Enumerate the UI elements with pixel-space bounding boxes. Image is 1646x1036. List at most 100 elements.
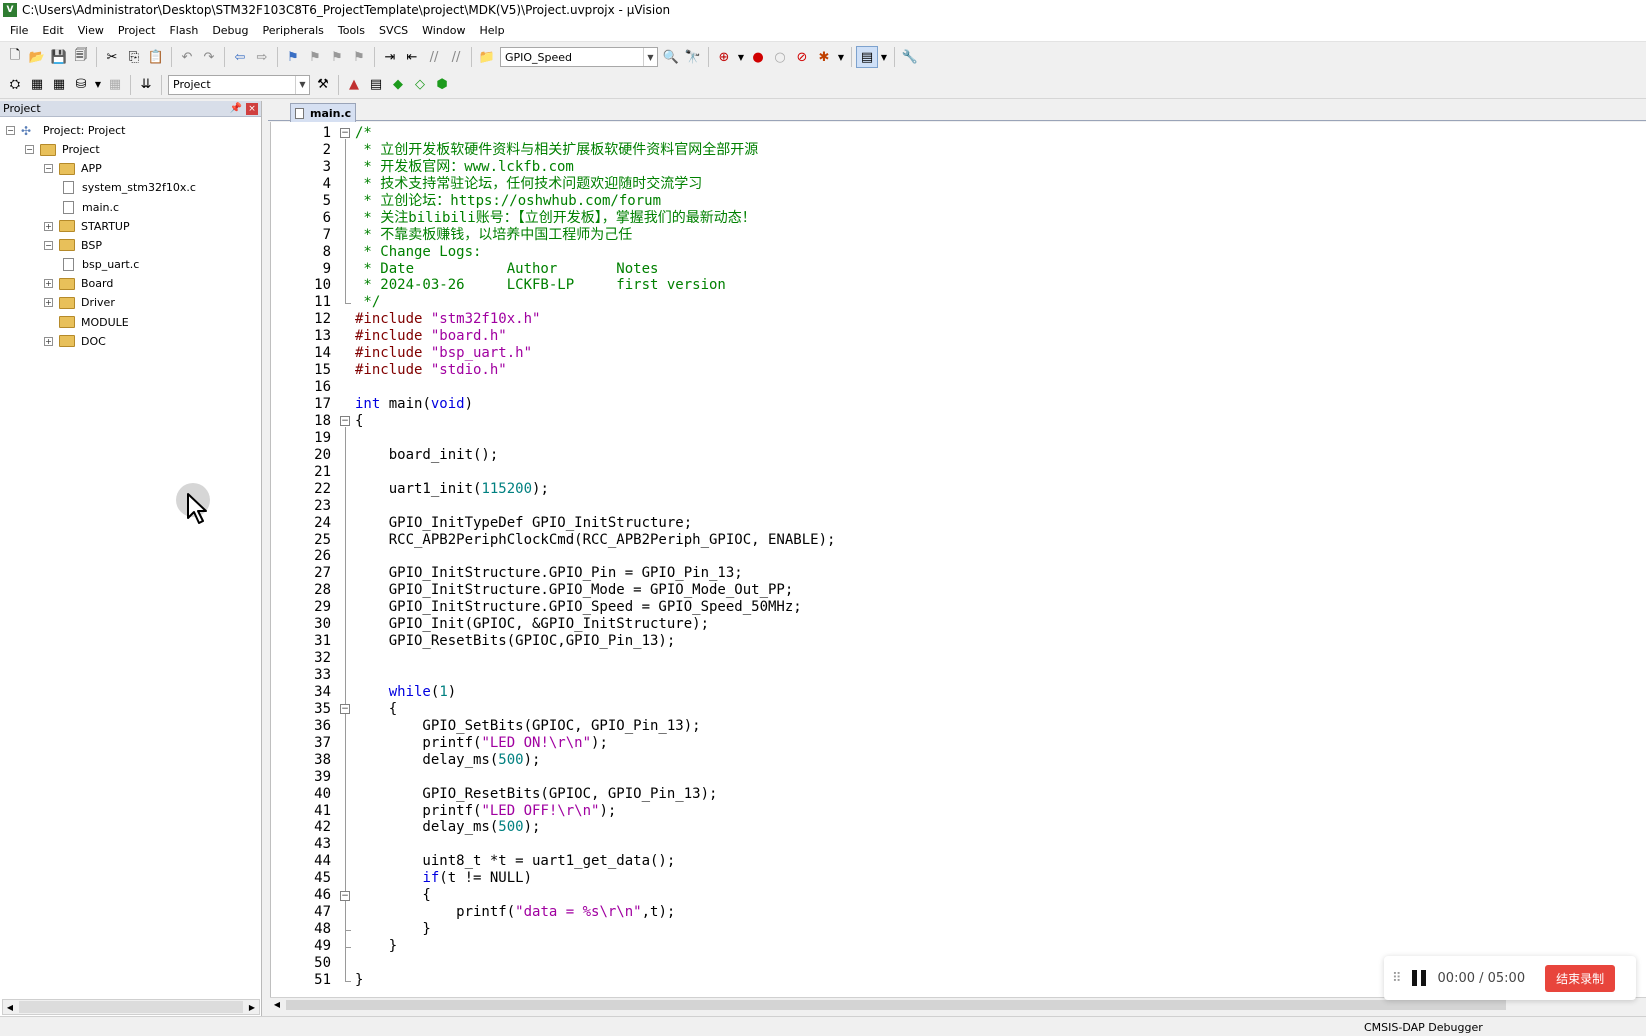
paste-icon[interactable]: 📋 <box>145 46 167 68</box>
code-line[interactable]: uart1_init(115200); <box>355 481 835 498</box>
code-line[interactable] <box>355 769 835 786</box>
find-icon[interactable]: 🔍 <box>660 46 682 68</box>
translate-icon[interactable]: ⛭ <box>4 74 26 96</box>
code-line[interactable]: printf("data = %s\r\n",t); <box>355 904 835 921</box>
bookmark-icon[interactable]: ⚑ <box>282 46 304 68</box>
unindent-icon[interactable]: ⇤ <box>401 46 423 68</box>
manage-components-icon[interactable]: ▲ <box>343 74 365 96</box>
scroll-left-icon[interactable]: ◀ <box>270 1000 284 1009</box>
code-line[interactable]: * 技术支持常驻论坛，任何技术问题欢迎随时交流学习 <box>355 176 835 193</box>
code-line[interactable]: delay_ms(500); <box>355 819 835 836</box>
code-line[interactable]: * Date Author Notes <box>355 261 835 278</box>
menu-tools[interactable]: Tools <box>331 20 372 42</box>
menu-view[interactable]: View <box>71 20 111 42</box>
clear-bookmarks-icon[interactable]: ⚑ <box>348 46 370 68</box>
code-line[interactable]: { <box>355 413 835 430</box>
code-line[interactable]: if(t != NULL) <box>355 870 835 887</box>
code-line[interactable]: while(1) <box>355 684 835 701</box>
tree-item-bsp[interactable]: − BSP <box>44 236 102 255</box>
fold-toggle-icon[interactable]: − <box>340 890 350 901</box>
configure-icon[interactable]: 🔧 <box>899 46 921 68</box>
menu-window[interactable]: Window <box>415 20 472 42</box>
tree-item-project[interactable]: − Project <box>25 140 100 159</box>
kill-breakpoints-icon[interactable]: ⊘ <box>791 46 813 68</box>
code-editor[interactable]: 1 2 3 4 5 6 7 8 9 10 11 12 13 14 15 16 17 18 19 20 21 22 23 24 2… <box>270 122 1646 997</box>
code-line[interactable]: #include "stdio.h" <box>355 362 835 379</box>
code-line[interactable]: * 关注bilibili账号：【立创开发板】，掌握我们的最新动态！ <box>355 210 835 227</box>
drag-handle-icon[interactable]: ⠿ <box>1392 971 1402 986</box>
window-layout-icon[interactable]: ▤ <box>856 46 878 68</box>
chevron-down-icon[interactable]: ▼ <box>878 46 890 68</box>
code-line[interactable] <box>355 464 835 481</box>
fold-toggle-icon[interactable]: − <box>340 704 350 715</box>
stop-recording-button[interactable]: 结束录制 <box>1545 964 1616 992</box>
code-line[interactable] <box>355 955 835 972</box>
navigate-back-icon[interactable]: ⇦ <box>229 46 251 68</box>
code-line[interactable] <box>355 498 835 515</box>
save-all-icon[interactable]: 🗐 <box>70 46 92 68</box>
code-line[interactable]: GPIO_InitStructure.GPIO_Speed = GPIO_Spe… <box>355 599 835 616</box>
run-time-environment-icon[interactable]: ⬢ <box>431 74 453 96</box>
tree-item-app[interactable]: − APP <box>44 159 102 178</box>
prev-bookmark-icon[interactable]: ⚑ <box>304 46 326 68</box>
tree-item-doc[interactable]: + DOC <box>44 332 106 351</box>
scrollbar-thumb[interactable] <box>286 999 1506 1010</box>
breakpoint-icon[interactable]: ● <box>747 46 769 68</box>
stop-build-icon[interactable]: ▦ <box>104 74 126 96</box>
code-line[interactable]: GPIO_InitTypeDef GPIO_InitStructure; <box>355 515 835 532</box>
code-line[interactable]: GPIO_SetBits(GPIOC, GPIO_Pin_13); <box>355 718 835 735</box>
code-line[interactable] <box>355 379 835 396</box>
code-line[interactable] <box>355 548 835 565</box>
expand-icon[interactable]: + <box>44 336 53 346</box>
menu-flash[interactable]: Flash <box>162 20 205 42</box>
collapse-icon[interactable]: − <box>44 164 53 174</box>
tree-item-module[interactable]: MODULE <box>44 313 129 332</box>
code-line[interactable]: * 2024-03-26 LCKFB-LP first version <box>355 277 835 294</box>
scroll-right-icon[interactable]: ▶ <box>245 1000 259 1014</box>
tree-item-driver[interactable]: + Driver <box>44 293 115 312</box>
file-extensions-icon[interactable]: ▤ <box>365 74 387 96</box>
code-line[interactable]: #include "bsp_uart.h" <box>355 345 835 362</box>
close-icon[interactable]: × <box>246 102 258 115</box>
chevron-down-icon[interactable]: ▼ <box>735 46 747 68</box>
tree-item-system-stm32f10x-c[interactable]: system_stm32f10x.c <box>63 178 196 197</box>
fold-toggle-icon[interactable]: − <box>340 128 350 138</box>
menu-debug[interactable]: Debug <box>205 20 255 42</box>
next-bookmark-icon[interactable]: ⚑ <box>326 46 348 68</box>
scroll-left-icon[interactable]: ◀ <box>3 1000 17 1014</box>
code-line[interactable]: * 立创开发板软硬件资料与相关扩展板软硬件资料官网全部开源 <box>355 142 835 159</box>
code-line[interactable] <box>355 650 835 667</box>
code-line[interactable]: GPIO_ResetBits(GPIOC, GPIO_Pin_13); <box>355 786 835 803</box>
code-line[interactable] <box>355 430 835 447</box>
code-line[interactable]: #include "board.h" <box>355 328 835 345</box>
code-line[interactable]: * Change Logs: <box>355 244 835 261</box>
code-line[interactable]: * 不靠卖板赚钱，以培养中国工程师为己任 <box>355 227 835 244</box>
tree-item-startup[interactable]: + STARTUP <box>44 217 130 236</box>
code-line[interactable]: GPIO_InitStructure.GPIO_Pin = GPIO_Pin_1… <box>355 565 835 582</box>
pack-installer-icon[interactable]: ◆ <box>387 74 409 96</box>
cut-icon[interactable]: ✂ <box>101 46 123 68</box>
menu-peripherals[interactable]: Peripherals <box>256 20 331 42</box>
code-line[interactable]: } <box>355 938 835 955</box>
code-line[interactable]: board_init(); <box>355 447 835 464</box>
target-options-icon[interactable]: ⚒ <box>312 74 334 96</box>
collapse-icon[interactable]: − <box>44 240 53 250</box>
navigate-forward-icon[interactable]: ⇨ <box>251 46 273 68</box>
find-in-files-icon[interactable]: 📁 <box>476 46 498 68</box>
menu-file[interactable]: File <box>3 20 35 42</box>
build-icon[interactable]: ▦ <box>26 74 48 96</box>
code-line[interactable]: } <box>355 921 835 938</box>
code-line[interactable]: */ <box>355 294 835 311</box>
pin-icon[interactable]: 📌 <box>230 103 242 114</box>
target-combo[interactable]: Project ▼ <box>168 74 310 95</box>
open-file-icon[interactable]: 📂 <box>26 46 48 68</box>
rebuild-icon[interactable]: ▦ <box>48 74 70 96</box>
tree-item-board[interactable]: + Board <box>44 274 113 293</box>
code-line[interactable]: printf("LED OFF!\r\n"); <box>355 803 835 820</box>
menu-svcs[interactable]: SVCS <box>372 20 415 42</box>
tree-item-main-c[interactable]: main.c <box>63 198 119 217</box>
menu-edit[interactable]: Edit <box>35 20 70 42</box>
code-line[interactable]: delay_ms(500); <box>355 752 835 769</box>
code-line[interactable]: RCC_APB2PeriphClockCmd(RCC_APB2Periph_GP… <box>355 532 836 549</box>
expand-icon[interactable]: + <box>44 279 53 289</box>
